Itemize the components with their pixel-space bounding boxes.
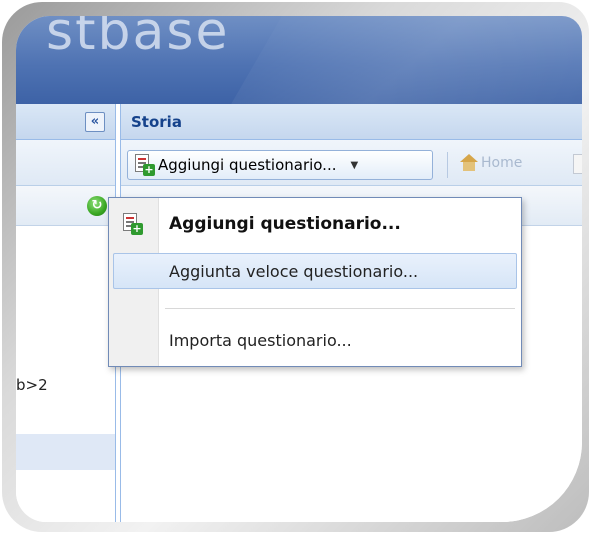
app-header: stbase bbox=[16, 16, 582, 104]
add-questionnaire-menu: + Aggiungi questionario... Aggiunta velo… bbox=[108, 197, 522, 367]
right-panel-toolbar: + Aggiungi questionario... ▼ Home bbox=[121, 140, 582, 186]
menu-item-label: Aggiunta veloce questionario... bbox=[169, 261, 419, 281]
chevron-down-icon[interactable]: ▼ bbox=[351, 160, 359, 171]
left-panel-selected-row[interactable] bbox=[16, 434, 115, 470]
add-questionnaire-label: Aggiungi questionario... bbox=[158, 156, 337, 174]
menu-item-add-questionnaire[interactable]: + Aggiungi questionario... bbox=[109, 206, 521, 242]
next-toolbar-icon[interactable] bbox=[573, 154, 582, 174]
toolbar-separator bbox=[447, 152, 448, 178]
refresh-icon[interactable]: ↻ bbox=[87, 196, 107, 216]
add-document-icon: + bbox=[121, 213, 143, 235]
home-button[interactable]: Home bbox=[459, 154, 522, 172]
add-questionnaire-split-button[interactable]: + Aggiungi questionario... ▼ bbox=[127, 150, 433, 180]
app-logo: stbase bbox=[46, 16, 230, 62]
left-panel-grid-header: ↻ bbox=[16, 186, 115, 226]
menu-item-quick-add-questionnaire[interactable]: Aggiunta veloce questionario... bbox=[113, 253, 517, 289]
panel-title: Storia bbox=[131, 113, 182, 131]
left-panel: « ↻ b>2 bbox=[16, 104, 116, 522]
left-panel-row-text[interactable]: b>2 bbox=[16, 376, 48, 394]
collapse-panel-button[interactable]: « bbox=[85, 112, 105, 132]
menu-item-label: Importa questionario... bbox=[169, 330, 352, 350]
menu-item-import-questionnaire[interactable]: Importa questionario... bbox=[109, 322, 521, 358]
menu-separator bbox=[165, 308, 515, 309]
home-label: Home bbox=[481, 155, 523, 171]
left-panel-header: « bbox=[16, 104, 115, 140]
add-document-icon: + bbox=[133, 154, 155, 176]
right-panel-header: Storia bbox=[121, 104, 582, 140]
home-icon bbox=[459, 154, 479, 172]
menu-item-label: Aggiungi questionario... bbox=[169, 214, 401, 234]
left-panel-toolbar bbox=[16, 140, 115, 186]
